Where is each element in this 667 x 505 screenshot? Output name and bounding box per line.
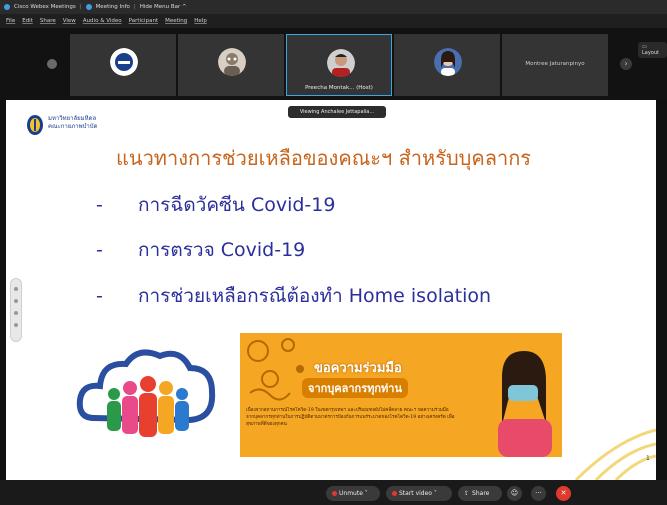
app-title: Cisco Webex Meetings [14, 4, 76, 10]
webex-window: Cisco Webex Meetings | Meeting Info | Hi… [0, 0, 667, 505]
slide-page-number: 1 [646, 455, 650, 462]
people-cloud-icon [76, 349, 216, 437]
cooperation-banner: ขอความร่วมมือ จากบุคลากรทุกท่าน เนื่องจา… [240, 333, 562, 457]
host-name: Preecha Montak... (Host) [305, 85, 373, 91]
control-bar: Unmute ˅ Start video ˅ ⇪ Share ☺ ··· ✕ [0, 480, 667, 505]
info-icon [85, 4, 92, 10]
scroll-left-button[interactable] [47, 59, 57, 69]
banner-body-text: เนื่องจากสถานการณ์โรคโควิด-19 ในเขตกรุงเ… [246, 408, 455, 427]
title-bar: Cisco Webex Meetings | Meeting Info | Hi… [0, 0, 667, 14]
reactions-button[interactable]: ☺ [507, 486, 522, 501]
more-options-button[interactable]: ··· [531, 486, 546, 501]
avatar [218, 48, 246, 76]
participant-tile[interactable] [70, 34, 176, 96]
menu-participant[interactable]: Participant [129, 18, 158, 24]
participant-tile[interactable]: Montree Jaturanpinyo [502, 34, 608, 96]
participant-strip: Preecha Montak... (Host) Montree Jaturan… [0, 28, 667, 100]
annotate-icon[interactable] [14, 323, 18, 327]
participant-tile[interactable] [178, 34, 284, 96]
leave-meeting-button[interactable]: ✕ [556, 486, 571, 501]
avatar [110, 48, 138, 76]
unmute-button[interactable]: Unmute ˅ [326, 486, 380, 501]
avatar [327, 49, 355, 77]
fit-icon[interactable] [14, 311, 18, 315]
menu-help[interactable]: Help [194, 18, 207, 24]
viewing-banner: Viewing Anchalee Jettapalia... [288, 106, 386, 118]
bullet-item: - การฉีดวัคซีน Covid-19 [96, 194, 336, 216]
organization-name: มหาวิทยาลัยมหิดล คณะกายภาพบำบัด [48, 115, 98, 130]
zoom-in-icon[interactable] [14, 287, 18, 291]
hide-menu-bar-button[interactable]: Hide Menu Bar ^ [140, 4, 187, 10]
menu-view[interactable]: View [63, 18, 76, 24]
layout-button[interactable]: ▭ Layout [638, 42, 667, 58]
webex-logo-icon [4, 4, 10, 10]
smile-icon: ☺ [510, 489, 519, 497]
slide-title: แนวทางการช่วยเหลือของคณะฯ สำหรับบุคลากร [116, 146, 532, 170]
participant-tile-host[interactable]: Preecha Montak... (Host) [286, 34, 392, 96]
menu-file[interactable]: File [6, 18, 15, 24]
participant-name: Montree Jaturanpinyo [525, 61, 585, 67]
shared-slide: มหาวิทยาลัยมหิดล คณะกายภาพบำบัด แนวทางกา… [6, 100, 656, 480]
menu-audio-video[interactable]: Audio & Video [83, 18, 122, 24]
banner-subheadline: จากบุคลากรทุกท่าน [302, 378, 408, 398]
menu-meeting[interactable]: Meeting [165, 18, 187, 24]
bullet-item: - การตรวจ Covid-19 [96, 239, 306, 261]
decorative-swoosh [574, 428, 656, 480]
menu-bar: File Edit Share View Audio & Video Parti… [0, 14, 667, 28]
share-button[interactable]: ⇪ Share [458, 486, 502, 501]
annotation-toolbar[interactable] [10, 278, 22, 342]
participant-tile[interactable] [394, 34, 500, 96]
avatar [434, 48, 462, 76]
meeting-info-button[interactable]: Meeting Info [96, 4, 130, 10]
camera-off-icon [392, 491, 397, 496]
share-icon: ⇪ [464, 490, 470, 497]
microphone-muted-icon [332, 491, 337, 496]
menu-edit[interactable]: Edit [22, 18, 33, 24]
bullet-item: - การช่วยเหลือกรณีต้องทำ Home isolation [96, 285, 492, 307]
university-logo-icon [27, 115, 43, 135]
zoom-out-icon[interactable] [14, 299, 18, 303]
menu-share[interactable]: Share [40, 18, 56, 24]
start-video-button[interactable]: Start video ˅ [386, 486, 452, 501]
banner-headline: ขอความร่วมมือ [314, 361, 402, 376]
scroll-right-button[interactable]: › [620, 58, 632, 70]
